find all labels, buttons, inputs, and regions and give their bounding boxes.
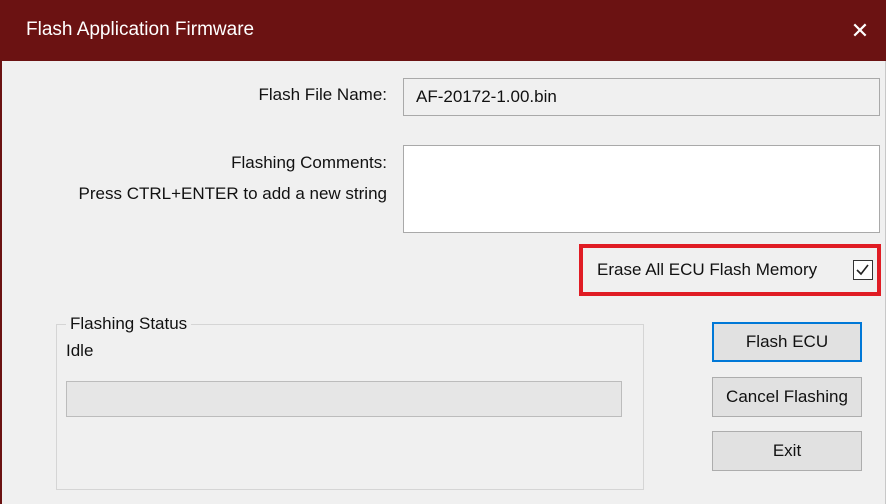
flashing-status-label: Flashing Status bbox=[66, 314, 192, 334]
flashing-comments-input[interactable] bbox=[403, 145, 880, 233]
exit-button[interactable]: Exit bbox=[712, 431, 862, 471]
flashing-progress-bar bbox=[66, 381, 622, 417]
erase-flash-memory-checkbox[interactable] bbox=[853, 260, 873, 280]
title-bar: Flash Application Firmware ✕ bbox=[2, 0, 886, 61]
flash-file-name-label: Flash File Name: bbox=[258, 85, 387, 104]
flash-ecu-button[interactable]: Flash ECU bbox=[712, 322, 862, 362]
cancel-flashing-button[interactable]: Cancel Flashing bbox=[712, 377, 862, 417]
close-button[interactable]: ✕ bbox=[832, 0, 886, 61]
flashing-comments-hint: Press CTRL+ENTER to add a new string bbox=[78, 184, 387, 203]
flashing-comments-label: Flashing Comments: bbox=[231, 153, 387, 172]
window-title: Flash Application Firmware bbox=[26, 19, 255, 40]
check-icon bbox=[856, 264, 869, 276]
close-icon: ✕ bbox=[850, 17, 870, 43]
erase-flash-memory-label: Erase All ECU Flash Memory bbox=[597, 260, 818, 279]
flash-file-name-field[interactable]: AF-20172-1.00.bin bbox=[403, 78, 880, 116]
flashing-status-text: Idle bbox=[66, 341, 94, 360]
flash-firmware-dialog: Flash Application Firmware ✕ Flash File … bbox=[0, 0, 886, 504]
